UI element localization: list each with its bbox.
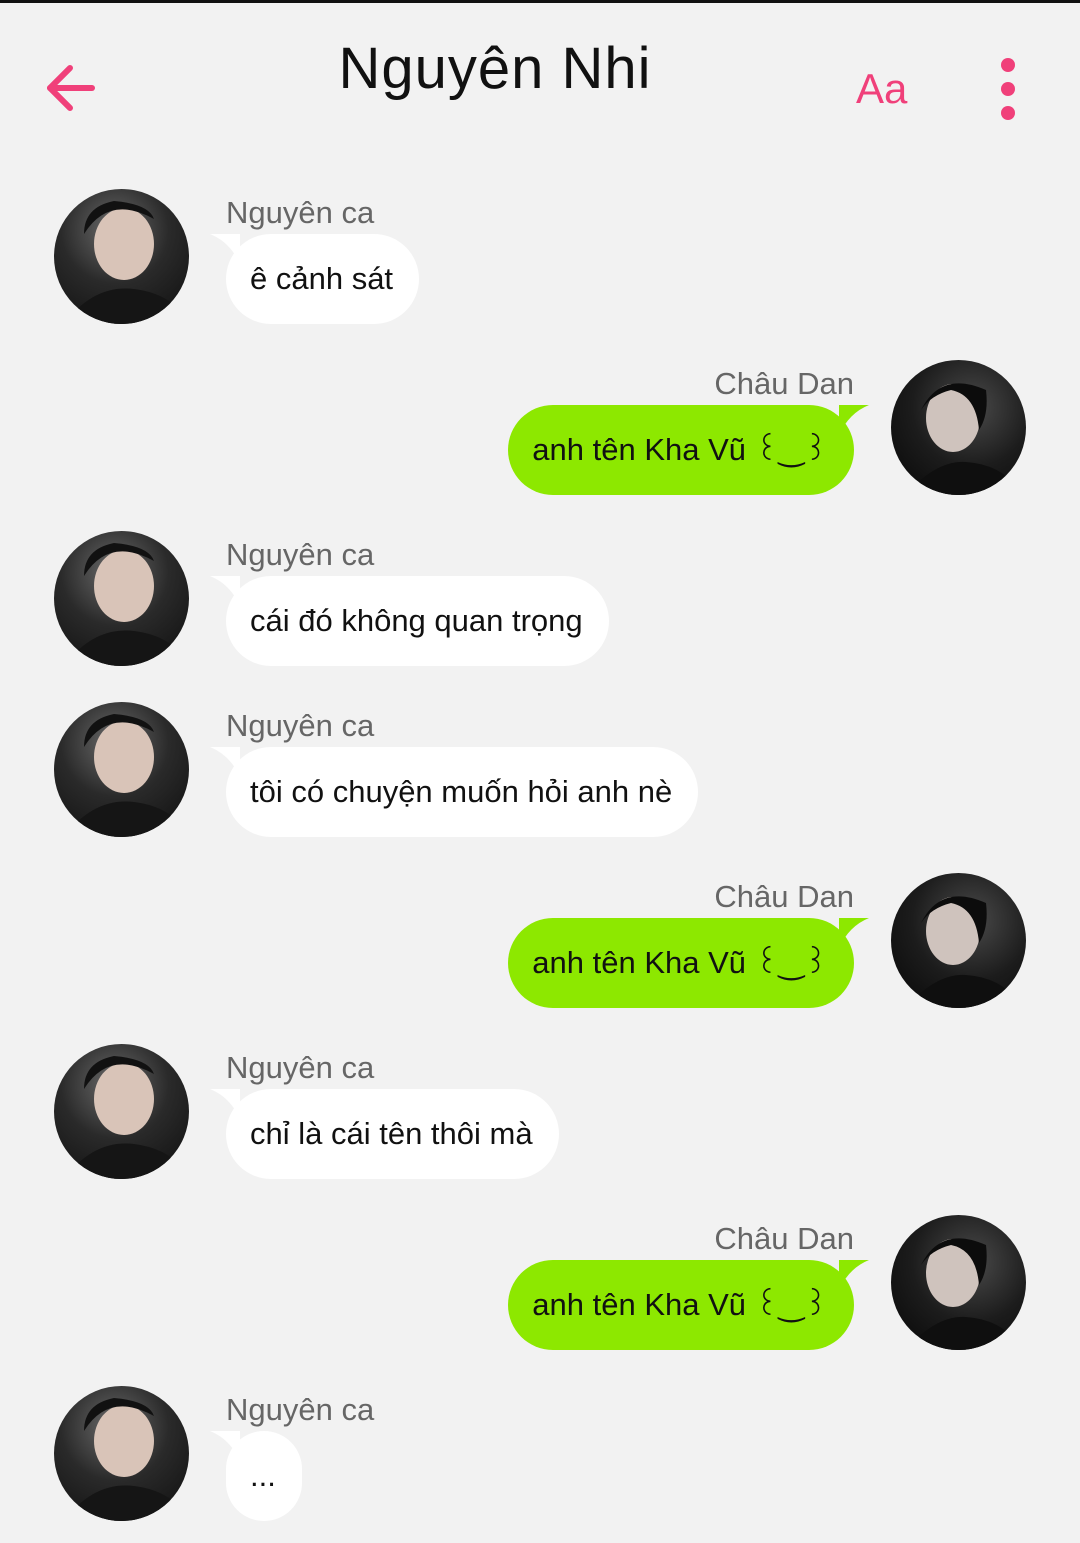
sender-name: Nguyên ca	[226, 1050, 375, 1085]
message-bubble[interactable]: anh tên Kha Vũ ꒰‿꒱	[508, 918, 854, 1008]
avatar[interactable]	[891, 1215, 1026, 1350]
message-bubble[interactable]: anh tên Kha Vũ ꒰‿꒱	[508, 405, 854, 495]
message-bubble[interactable]: chỉ là cái tên thôi mà	[226, 1089, 559, 1179]
sender-name: Châu Dan	[714, 879, 854, 914]
font-size-button[interactable]: Aa	[856, 65, 907, 113]
avatar[interactable]	[54, 1044, 189, 1179]
chat-header: Nguyên Nhi Aa	[0, 3, 1080, 143]
avatar[interactable]	[891, 873, 1026, 1008]
message-bubble[interactable]: anh tên Kha Vũ ꒰‿꒱	[508, 1260, 854, 1350]
message-bubble[interactable]: tôi có chuyện muốn hỏi anh nè	[226, 747, 699, 837]
more-vertical-icon	[1001, 58, 1015, 72]
chat-title: Nguyên Nhi	[338, 36, 652, 101]
sender-name: Châu Dan	[714, 366, 854, 401]
message-bubble[interactable]: ...	[226, 1431, 302, 1521]
sender-name: Nguyên ca	[226, 708, 375, 743]
message-bubble[interactable]: ê cảnh sát	[226, 234, 420, 324]
sender-name: Nguyên ca	[226, 1392, 375, 1427]
sender-name: Nguyên ca	[226, 195, 375, 230]
sender-name: Nguyên ca	[226, 537, 375, 572]
sender-name: Châu Dan	[714, 1221, 854, 1256]
avatar[interactable]	[54, 531, 189, 666]
avatar[interactable]	[54, 702, 189, 837]
avatar[interactable]	[54, 189, 189, 324]
avatar[interactable]	[891, 360, 1026, 495]
avatar[interactable]	[54, 1386, 189, 1521]
more-options-button[interactable]	[996, 55, 1020, 125]
message-bubble[interactable]: cái đó không quan trọng	[226, 576, 609, 666]
